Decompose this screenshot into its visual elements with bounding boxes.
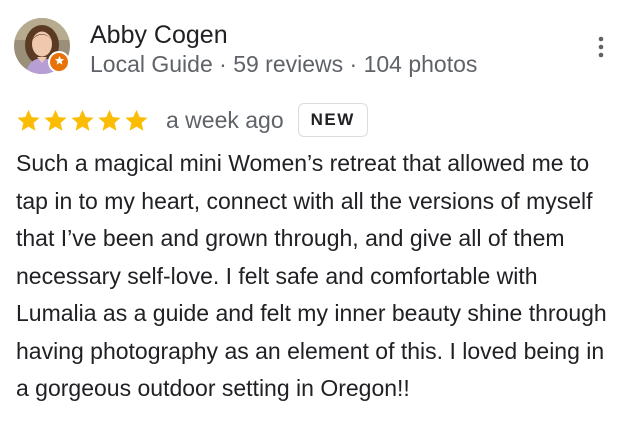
star-icon [70, 108, 95, 133]
reviewer-meta[interactable]: Local Guide · 59 reviews · 104 photos [90, 49, 477, 79]
star-icon [43, 108, 68, 133]
more-vert-icon [598, 36, 604, 63]
local-guide-badge [48, 51, 70, 73]
reviewer-name[interactable]: Abby Cogen [90, 19, 228, 51]
review-card: Abby Cogen Local Guide · 59 reviews · 10… [0, 0, 632, 446]
star-icon [124, 108, 149, 133]
star-rating [16, 108, 149, 133]
new-badge: NEW [297, 103, 368, 137]
rating-row: a week ago NEW [16, 102, 368, 138]
star-icon [16, 108, 41, 133]
review-date: a week ago [166, 106, 284, 133]
local-guide-star-icon [54, 53, 65, 71]
more-options-button[interactable] [585, 33, 617, 65]
review-text: Such a magical mini Women’s retreat that… [16, 150, 607, 401]
star-icon [97, 108, 122, 133]
